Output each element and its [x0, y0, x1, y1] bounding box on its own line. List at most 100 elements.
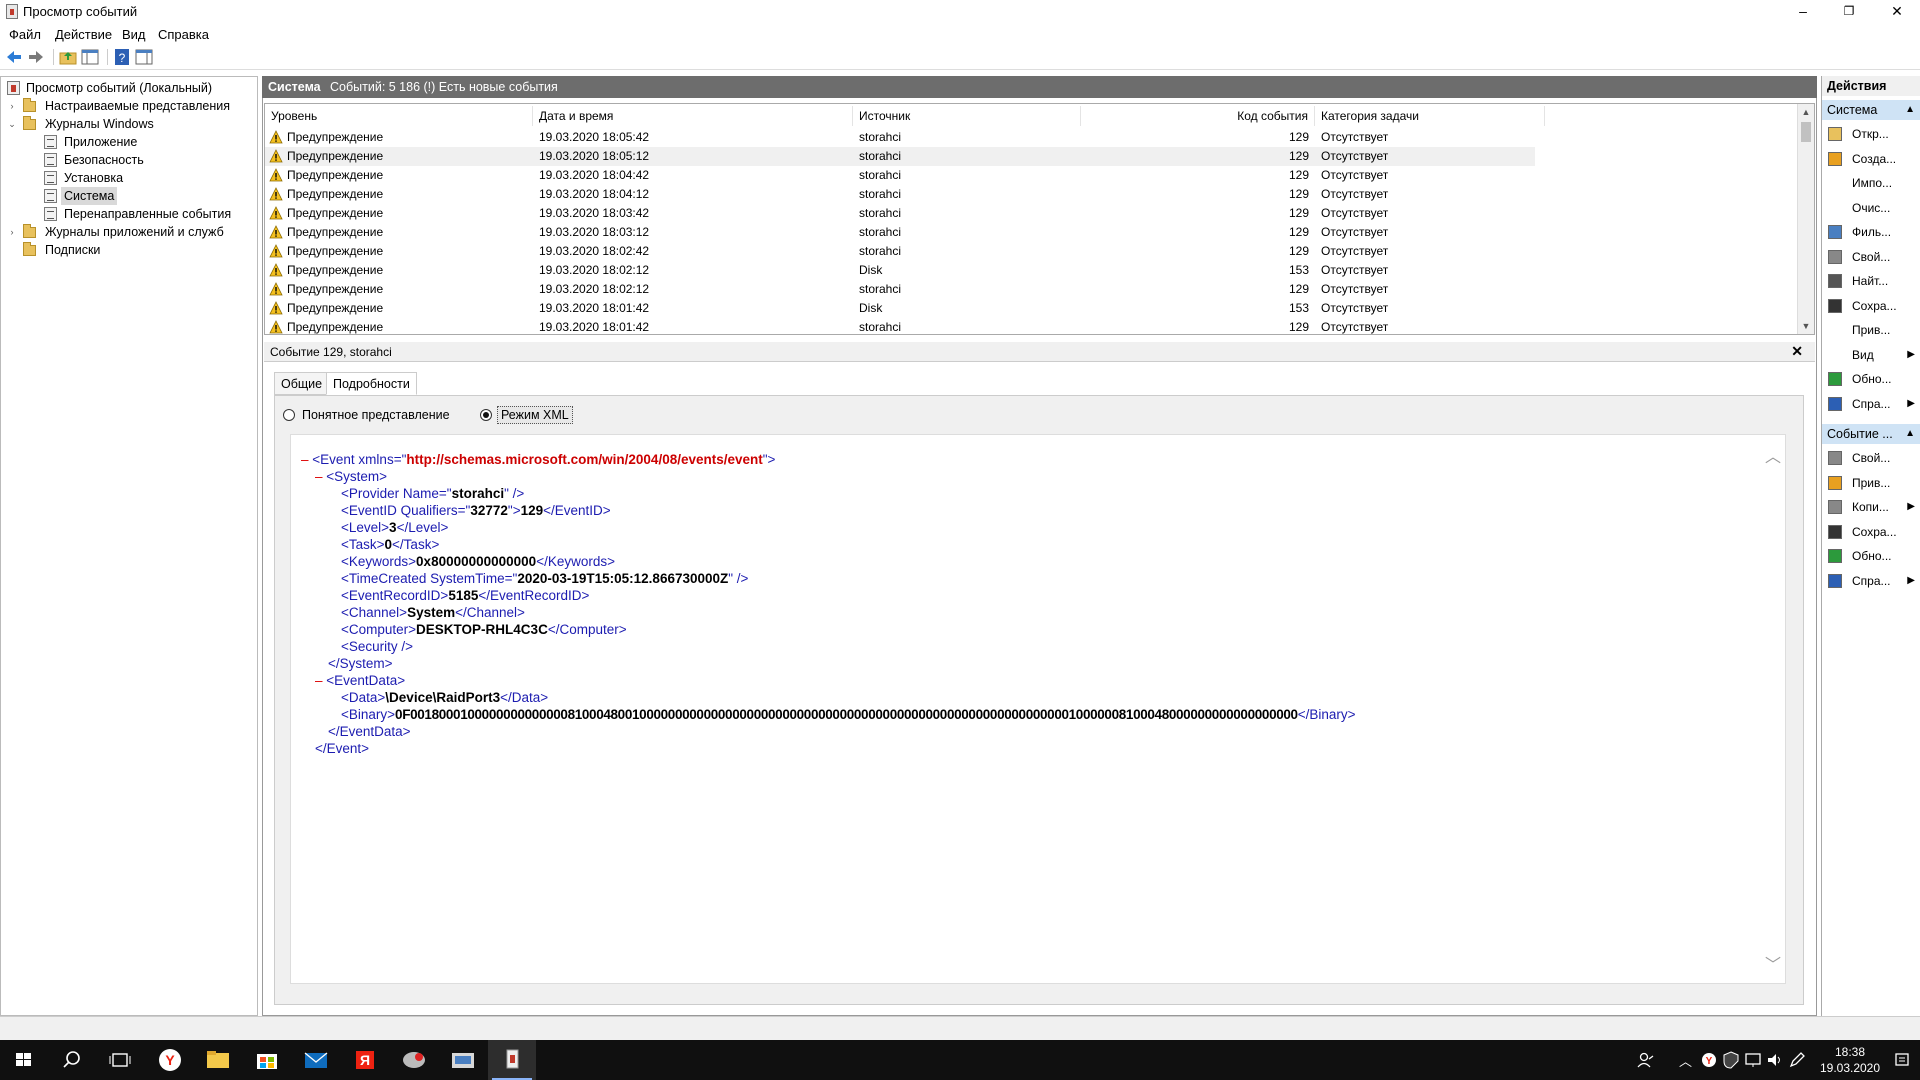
- tab-general[interactable]: Общие: [274, 372, 330, 395]
- column-header-category[interactable]: Категория задачи: [1315, 106, 1545, 126]
- action-item[interactable]: Откр...: [1822, 123, 1920, 145]
- notifications-icon[interactable]: [1893, 1051, 1911, 1069]
- file-explorer-icon[interactable]: [194, 1040, 242, 1080]
- task-view-icon[interactable]: [96, 1040, 144, 1080]
- collapse-arrow-icon[interactable]: ⌄: [7, 115, 17, 133]
- action-pane-icon[interactable]: [135, 48, 153, 66]
- clock-date[interactable]: 19.03.2020: [1806, 1061, 1894, 1075]
- menu-help[interactable]: Справка: [158, 27, 209, 42]
- collapse-node-icon[interactable]: –: [315, 673, 323, 688]
- menu-action[interactable]: Действие: [55, 27, 112, 42]
- row-event-id: 153: [1288, 301, 1309, 315]
- action-item[interactable]: Обно...: [1822, 368, 1920, 390]
- tree-item-system[interactable]: Система: [1, 187, 257, 205]
- collapse-caret-icon[interactable]: ▲: [1905, 424, 1915, 444]
- store-icon[interactable]: [243, 1040, 291, 1080]
- people-icon[interactable]: [1636, 1050, 1656, 1070]
- menu-file[interactable]: Файл: [9, 27, 41, 42]
- expand-arrow-icon[interactable]: ›: [7, 223, 17, 241]
- table-row[interactable]: Предупреждение 19.03.2020 18:03:42 storahc…: [265, 204, 1535, 223]
- collapse-node-icon[interactable]: –: [301, 452, 309, 467]
- action-item[interactable]: Сохра...: [1822, 521, 1920, 543]
- tree-item-application[interactable]: Приложение: [1, 133, 257, 151]
- collapse-caret-icon[interactable]: ▲: [1905, 100, 1915, 120]
- yandex-browser-icon[interactable]: Y: [146, 1040, 194, 1080]
- console-tree-icon[interactable]: [81, 48, 99, 66]
- table-row[interactable]: Предупреждение 19.03.2020 18:02:12 Disk 153…: [265, 261, 1535, 280]
- back-arrow-icon[interactable]: [5, 48, 23, 66]
- volume-icon[interactable]: [1766, 1051, 1784, 1069]
- action-item[interactable]: Очис...: [1822, 197, 1920, 219]
- close-button[interactable]: ✕: [1874, 0, 1920, 24]
- action-item[interactable]: Свой...: [1822, 246, 1920, 268]
- scroll-down-icon[interactable]: ▼: [1798, 318, 1814, 334]
- scroll-up-icon[interactable]: ▲: [1798, 104, 1814, 120]
- action-item[interactable]: Найт...: [1822, 270, 1920, 292]
- security-tray-icon[interactable]: [1722, 1051, 1740, 1069]
- column-header-source[interactable]: Источник: [853, 106, 1081, 126]
- close-details-icon[interactable]: ✕: [1791, 343, 1803, 360]
- tree-item-windows-logs[interactable]: ⌄ Журналы Windows: [1, 115, 257, 133]
- column-header-level[interactable]: Уровень: [265, 106, 533, 126]
- column-header-datetime[interactable]: Дата и время: [533, 106, 853, 126]
- mail-icon[interactable]: [292, 1040, 340, 1080]
- clock-time[interactable]: 18:38: [1820, 1045, 1880, 1059]
- table-row[interactable]: Предупреждение 19.03.2020 18:03:12 storahc…: [265, 223, 1535, 242]
- event-viewer-taskbar-icon[interactable]: [488, 1040, 536, 1080]
- tree-item-root[interactable]: Просмотр событий (Локальный): [1, 79, 257, 97]
- yandex-tray-icon[interactable]: Y: [1700, 1051, 1718, 1069]
- pen-icon[interactable]: [1788, 1051, 1806, 1069]
- utility-app-icon[interactable]: [390, 1040, 438, 1080]
- action-item[interactable]: Спра... ▶: [1822, 570, 1920, 592]
- action-item[interactable]: Прив...: [1822, 319, 1920, 341]
- menu-view[interactable]: Вид: [122, 27, 146, 42]
- grid-scrollbar[interactable]: ▲ ▼: [1797, 104, 1814, 334]
- action-item[interactable]: Вид ▶: [1822, 344, 1920, 366]
- table-row[interactable]: Предупреждение 19.03.2020 18:04:12 storahc…: [265, 185, 1535, 204]
- xml-scroll-up-icon[interactable]: ︿: [1765, 443, 1781, 467]
- tree-item-app-services[interactable]: › Журналы приложений и служб: [1, 223, 257, 241]
- actions-section-event[interactable]: Событие ... ▲: [1822, 424, 1920, 444]
- minimize-button[interactable]: –: [1780, 0, 1826, 24]
- action-item[interactable]: Обно...: [1822, 545, 1920, 567]
- scroll-thumb[interactable]: [1801, 122, 1811, 142]
- table-row[interactable]: Предупреждение 19.03.2020 18:02:42 storahc…: [265, 242, 1535, 261]
- table-row[interactable]: Предупреждение 19.03.2020 18:01:42 storahc…: [265, 318, 1535, 334]
- folder-up-icon[interactable]: [59, 48, 77, 66]
- tree-item-setup[interactable]: Установка: [1, 169, 257, 187]
- expand-arrow-icon[interactable]: ›: [7, 97, 17, 115]
- tree-item-subscriptions[interactable]: Подписки: [1, 241, 257, 259]
- system-tool-icon[interactable]: [439, 1040, 487, 1080]
- tab-details[interactable]: Подробности: [326, 372, 417, 395]
- collapse-node-icon[interactable]: –: [315, 469, 323, 484]
- action-item[interactable]: Копи... ▶: [1822, 496, 1920, 518]
- forward-arrow-icon[interactable]: [27, 48, 45, 66]
- search-icon[interactable]: [48, 1040, 96, 1080]
- radio-friendly-view[interactable]: [283, 409, 295, 421]
- table-row[interactable]: Предупреждение 19.03.2020 18:05:42 storahc…: [265, 128, 1535, 147]
- xml-scroll-down-icon[interactable]: ﹀: [1765, 951, 1781, 975]
- column-header-event-id[interactable]: Код события: [1081, 106, 1315, 126]
- radio-xml-view[interactable]: [480, 409, 492, 421]
- tree-item-security[interactable]: Безопасность: [1, 151, 257, 169]
- action-item[interactable]: Импо...: [1822, 172, 1920, 194]
- help-icon[interactable]: ?: [113, 48, 131, 66]
- table-row[interactable]: Предупреждение 19.03.2020 18:02:12 storahc…: [265, 280, 1535, 299]
- table-row[interactable]: Предупреждение 19.03.2020 18:04:42 storahc…: [265, 166, 1535, 185]
- tree-item-custom-views[interactable]: › Настраиваемые представления: [1, 97, 257, 115]
- action-item[interactable]: Прив...: [1822, 472, 1920, 494]
- start-windows-icon[interactable]: [0, 1040, 48, 1080]
- action-item[interactable]: Спра... ▶: [1822, 393, 1920, 415]
- tray-chevron-icon[interactable]: ︿: [1679, 1051, 1692, 1070]
- action-item[interactable]: Свой...: [1822, 447, 1920, 469]
- network-icon[interactable]: [1744, 1051, 1762, 1069]
- table-row[interactable]: Предупреждение 19.03.2020 18:05:12 storahc…: [265, 147, 1535, 166]
- yandex-icon[interactable]: Я: [341, 1040, 389, 1080]
- action-item[interactable]: Созда...: [1822, 148, 1920, 170]
- tree-item-forwarded[interactable]: Перенаправленные события: [1, 205, 257, 223]
- actions-section-system[interactable]: Система ▲: [1822, 100, 1920, 120]
- action-item[interactable]: Филь...: [1822, 221, 1920, 243]
- table-row[interactable]: Предупреждение 19.03.2020 18:01:42 Disk 153…: [265, 299, 1535, 318]
- action-item[interactable]: Сохра...: [1822, 295, 1920, 317]
- restore-button[interactable]: ❐: [1826, 0, 1872, 24]
